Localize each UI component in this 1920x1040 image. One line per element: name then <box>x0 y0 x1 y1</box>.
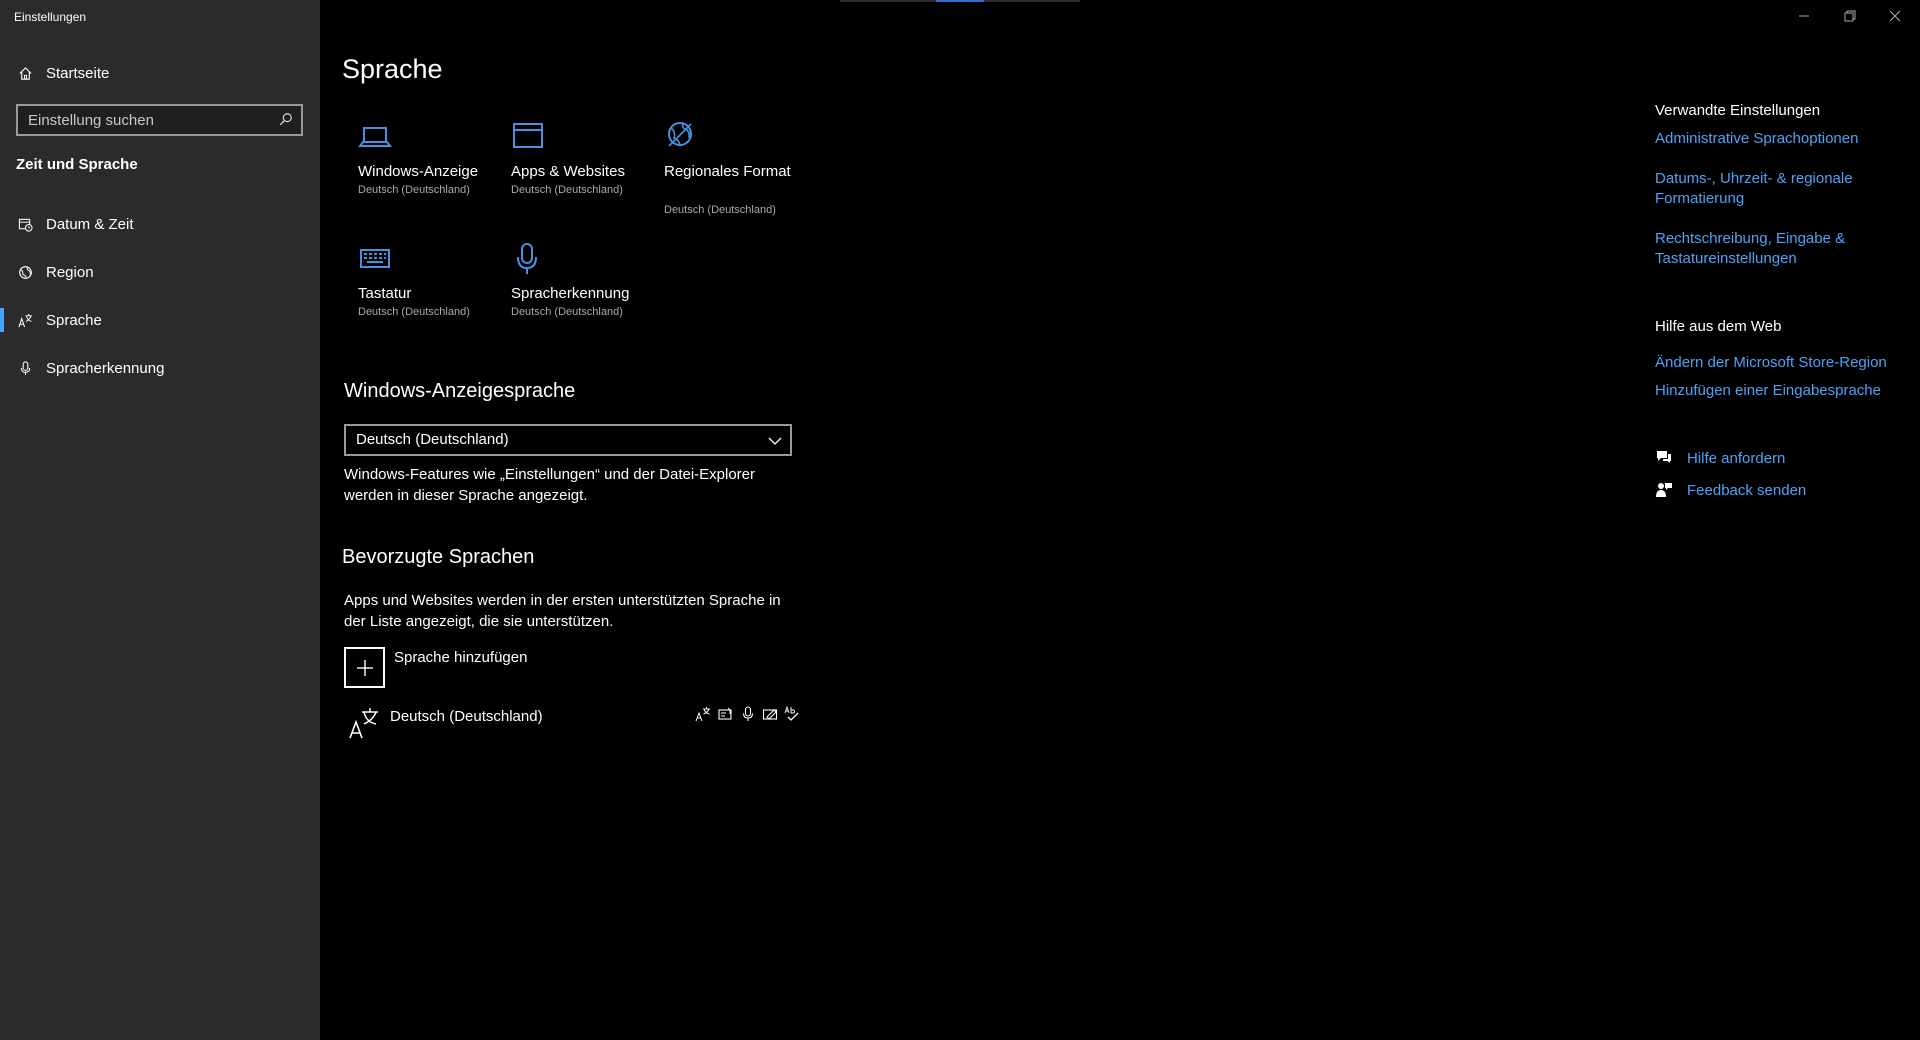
speech-feature-icon <box>740 706 756 722</box>
globe-icon <box>17 264 33 280</box>
web-help-heading: Hilfe aus dem Web <box>1655 318 1782 335</box>
link-date-time-regional-format[interactable]: Datums-, Uhrzeit- & regionale Formatieru… <box>1655 169 1905 209</box>
preferred-languages-heading: Bevorzugte Sprachen <box>342 546 535 568</box>
tile-subtitle: Deutsch (Deutschland) <box>664 204 776 216</box>
section-heading: Zeit und Sprache <box>16 156 138 173</box>
tile-subtitle: Deutsch (Deutschland) <box>358 306 470 318</box>
search-input[interactable] <box>26 110 266 130</box>
window-icon <box>511 120 545 154</box>
link-change-store-region[interactable]: Ändern der Microsoft Store-Region <box>1655 353 1905 373</box>
tile-title: Regionales Format <box>664 163 791 180</box>
microphone-icon <box>511 242 545 276</box>
tile-subtitle: Deutsch (Deutschland) <box>358 184 470 196</box>
minimize-button[interactable] <box>1795 8 1813 24</box>
calendar-clock-icon <box>17 216 33 232</box>
search-field[interactable] <box>16 104 303 136</box>
sidebar-item-label: Datum & Zeit <box>46 215 134 233</box>
display-language-heading: Windows-Anzeigesprache <box>344 380 576 402</box>
sidebar-item-label: Spracherkennung <box>46 359 165 377</box>
add-language-button[interactable]: Sprache hinzufügen <box>344 647 644 689</box>
nav-home[interactable]: Startseite <box>0 58 320 88</box>
regional-format-icon <box>664 120 698 154</box>
link-admin-language-options[interactable]: Administrative Sprachoptionen <box>1655 129 1905 149</box>
tile-spracherkennung[interactable]: Spracherkennung Deutsch (Deutschland) <box>495 242 645 352</box>
close-button[interactable] <box>1886 8 1904 24</box>
title-bar-indicator <box>840 0 1080 2</box>
tile-tastatur[interactable]: Tastatur Deutsch (Deutschland) <box>342 242 492 352</box>
keyboard-icon <box>358 242 392 276</box>
handwriting-feature-icon <box>762 706 778 722</box>
dropdown-value: Deutsch (Deutschland) <box>356 431 509 448</box>
language-icon <box>17 312 33 328</box>
language-list-item[interactable]: Deutsch (Deutschland) <box>344 702 804 748</box>
sidebar-item-sprache[interactable]: Sprache <box>0 300 320 340</box>
restore-button[interactable] <box>1841 8 1859 24</box>
link-spelling-typing-keyboard[interactable]: Rechtschreibung, Eingabe & Tastatureinst… <box>1655 229 1905 269</box>
display-language-dropdown[interactable]: Deutsch (Deutschland) <box>344 424 792 456</box>
sidebar-item-label: Region <box>46 263 94 281</box>
nav-home-label: Startseite <box>46 64 110 82</box>
tile-windows-anzeige[interactable]: Windows-Anzeige Deutsch (Deutschland) <box>342 120 492 230</box>
add-language-label: Sprache hinzufügen <box>394 649 528 666</box>
text-to-speech-feature-icon <box>717 706 733 722</box>
tile-subtitle: Deutsch (Deutschland) <box>511 306 623 318</box>
help-request-link[interactable]: Hilfe anfordern <box>1687 450 1785 467</box>
tile-regionales-format[interactable]: Regionales Format Deutsch (Deutschland) <box>648 120 798 230</box>
tile-title: Apps & Websites <box>511 163 625 180</box>
help-chat-icon <box>1655 449 1673 467</box>
sidebar-item-region[interactable]: Region <box>0 252 320 292</box>
related-settings-heading: Verwandte Einstellungen <box>1655 102 1821 119</box>
feedback-icon <box>1655 481 1673 499</box>
main-content: Sprache Windows-Anzeige Deutsch (Deutsch… <box>320 0 1600 1040</box>
preferred-languages-description: Apps und Websites werden in der ersten u… <box>344 592 781 630</box>
microphone-icon <box>17 360 33 376</box>
laptop-icon <box>358 120 392 154</box>
tile-title: Spracherkennung <box>511 285 630 302</box>
chevron-down-icon <box>768 434 782 446</box>
page-title: Sprache <box>342 54 443 84</box>
display-language-description: Windows-Features wie „Einstellungen“ und… <box>344 466 756 504</box>
window-title: Einstellungen <box>14 10 87 24</box>
tile-title: Windows-Anzeige <box>358 163 479 180</box>
spellcheck-feature-icon <box>784 705 800 722</box>
tile-subtitle: Deutsch (Deutschland) <box>511 184 623 196</box>
tile-apps-websites[interactable]: Apps & Websites Deutsch (Deutschland) <box>495 120 645 230</box>
sidebar-item-spracherkennung[interactable]: Spracherkennung <box>0 348 320 388</box>
plus-icon <box>344 647 385 688</box>
feedback-link[interactable]: Feedback senden <box>1687 482 1806 499</box>
language-name: Deutsch (Deutschland) <box>390 708 543 725</box>
sidebar: Einstellungen Startseite Zeit und Sprach… <box>0 0 320 1040</box>
search-icon[interactable] <box>279 112 295 128</box>
sidebar-item-label: Sprache <box>46 311 102 329</box>
home-icon <box>17 65 33 81</box>
link-add-input-language[interactable]: Hinzufügen einer Eingabesprache <box>1655 381 1905 401</box>
display-language-feature-icon <box>695 706 711 722</box>
tile-title: Tastatur <box>358 285 412 302</box>
sidebar-item-datum-zeit[interactable]: Datum & Zeit <box>0 204 320 244</box>
language-icon <box>348 706 380 740</box>
